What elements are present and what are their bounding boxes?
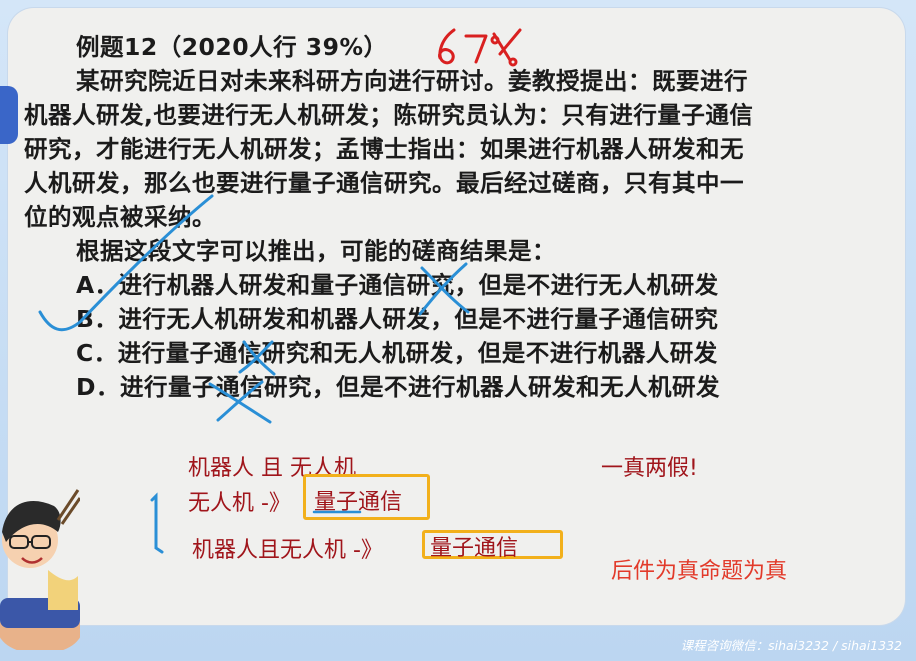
note-consequent-true: 后件为真命题为真	[611, 559, 788, 584]
contact-footer: 课程咨询微信：sihai3232 / sihai1332	[680, 638, 902, 653]
note-one-true-two-false: 一真两假!	[601, 456, 698, 481]
question-block: 例题12（2020人行 39%） 某研究院近日对未来科研方向进行研讨。姜教授提出…	[24, 30, 894, 404]
stem-line-2: 机器人研发,也要进行无人机研发；陈研究员认为：只有进行量子通信	[24, 101, 754, 129]
stem-line-1: 某研究院近日对未来科研方向进行研讨。姜教授提出：既要进行	[76, 67, 748, 95]
option-d: D．进行量子通信研究，但是不进行机器人研发和无人机研发	[76, 373, 721, 401]
question-title: 例题12（2020人行 39%）	[76, 33, 388, 61]
option-b: B．进行无人机研发和机器人研发，但是不进行量子通信研究	[76, 305, 719, 333]
stem-line-4: 人机研发，那么也要进行量子通信研究。最后经过磋商，只有其中一	[24, 169, 744, 197]
stem-line-5: 位的观点被采纳。	[24, 203, 216, 231]
note-condition-1: 无人机 -》	[188, 491, 291, 516]
note-condition-2: 机器人且无人机 -》	[192, 538, 383, 563]
teacher-avatar-icon	[0, 489, 80, 650]
option-a: A．进行机器人研发和量子通信研究，但是不进行无人机研发	[76, 271, 719, 299]
option-c: C．进行量子通信研究和无人机研发，但是不进行机器人研发	[76, 339, 718, 367]
stem-line-3: 研究，才能进行无人机研发；孟博士指出：如果进行机器人研发和无	[24, 135, 744, 163]
note-condition-2-result: 量子通信	[430, 536, 519, 561]
question-prompt: 根据这段文字可以推出，可能的磋商结果是：	[76, 237, 556, 265]
side-tab	[0, 86, 18, 144]
note-condition-1-result: 量子通信	[314, 490, 403, 515]
